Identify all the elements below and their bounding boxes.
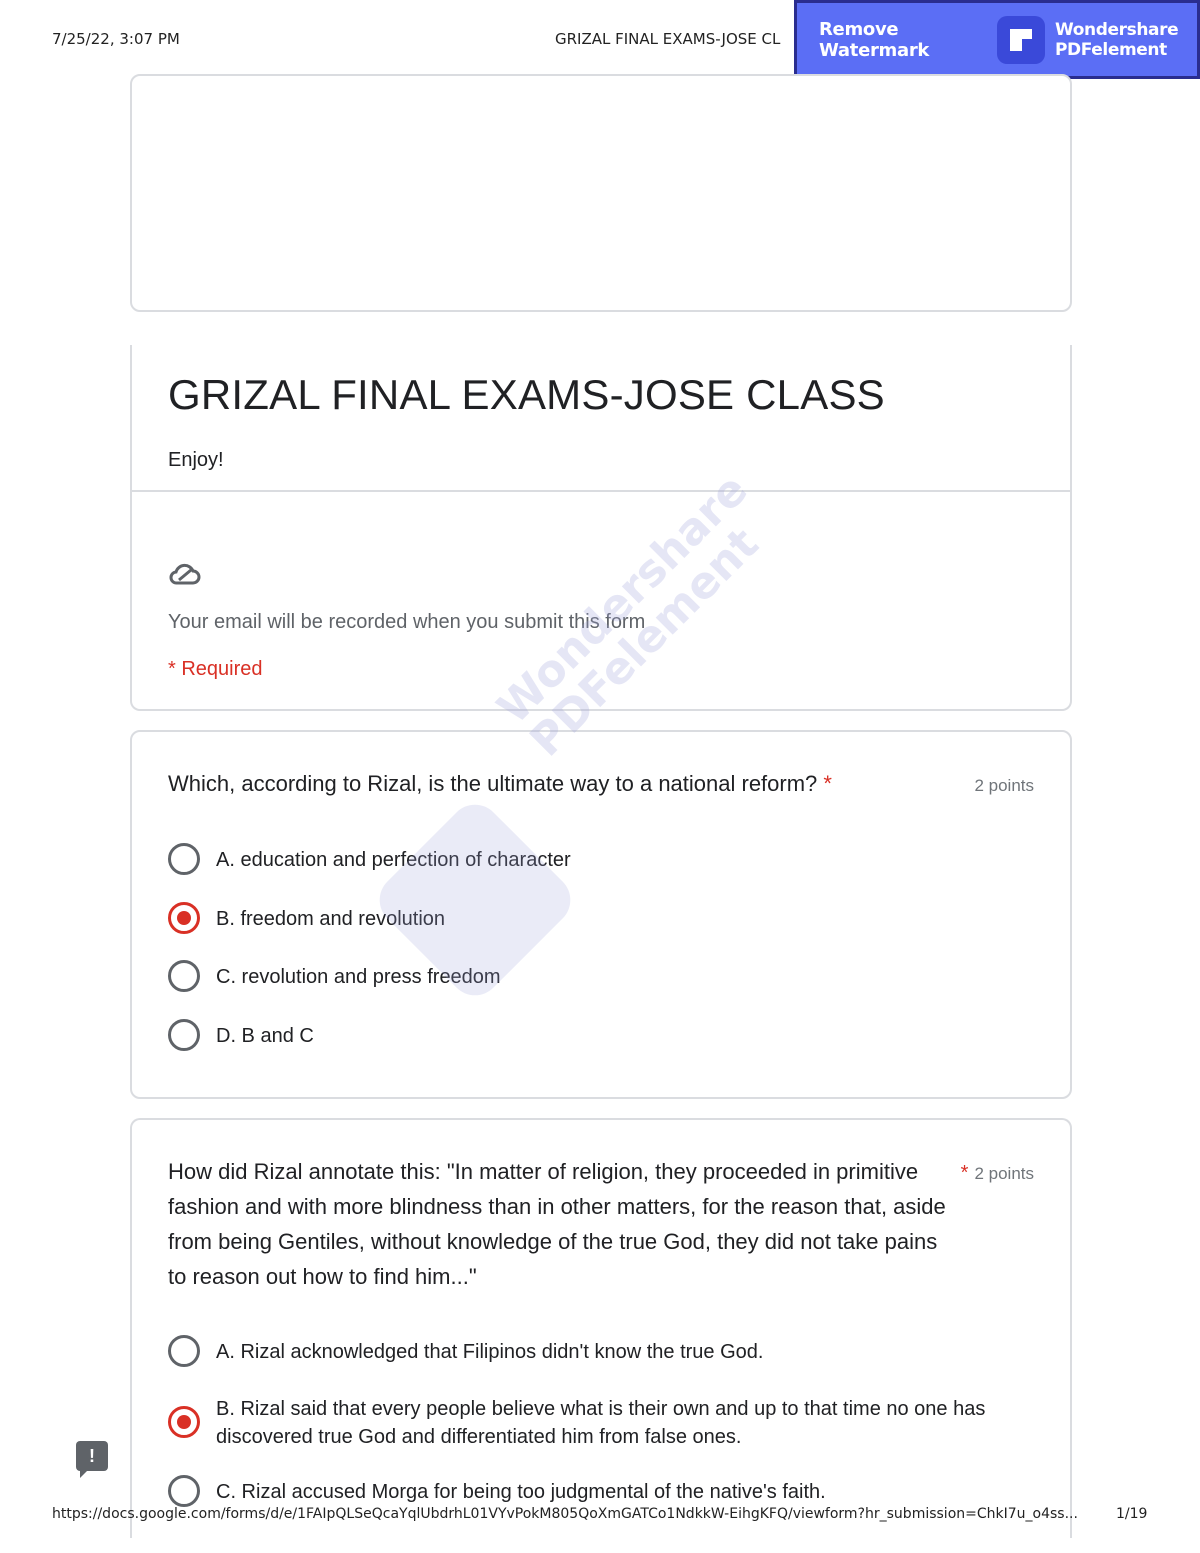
option-label: A. Rizal acknowledged that Filipinos did… — [216, 1341, 764, 1363]
radio-option[interactable]: C. Rizal accused Morga for being too jud… — [168, 1475, 826, 1507]
option-label: A. education and perfection of character — [216, 849, 571, 871]
remove-watermark-button[interactable]: Remove Watermark Wondershare PDFelement — [794, 0, 1200, 79]
radio-button-selected[interactable] — [168, 1406, 200, 1438]
question-card: How did Rizal annotate this: "In matter … — [130, 1118, 1072, 1538]
radio-option[interactable]: C. revolution and press freedom — [168, 960, 501, 992]
radio-button[interactable] — [168, 843, 200, 875]
form-banner — [130, 74, 1072, 312]
feedback-icon[interactable]: ! — [76, 1441, 108, 1478]
form-description: Enjoy! — [168, 449, 224, 471]
radio-button[interactable] — [168, 1335, 200, 1367]
required-star: * — [823, 771, 832, 796]
form-header-card: GRIZAL FINAL EXAMS-JOSE CLASS Enjoy! You… — [130, 345, 1072, 711]
option-label: C. Rizal accused Morga for being too jud… — [216, 1481, 826, 1503]
required-note: * Required — [168, 658, 263, 680]
email-recorded-note: Your email will be recorded when you sub… — [168, 611, 646, 633]
brand-line-1: Wondershare — [1055, 19, 1179, 40]
radio-button[interactable] — [168, 960, 200, 992]
print-datetime: 7/25/22, 3:07 PM — [52, 30, 180, 48]
question-points: * 2 points — [961, 1162, 1034, 1185]
radio-option[interactable]: A. education and perfection of character — [168, 843, 571, 875]
radio-button[interactable] — [168, 1019, 200, 1051]
header-divider — [132, 490, 1070, 492]
question-text-body: Which, according to Rizal, is the ultima… — [168, 771, 818, 796]
required-star: * — [960, 1162, 969, 1184]
radio-option[interactable]: D. B and C — [168, 1019, 314, 1051]
page-number: 1/19 — [1116, 1506, 1148, 1522]
question-text: How did Rizal annotate this: "In matter … — [168, 1159, 946, 1289]
print-title: GRIZAL FINAL EXAMS-JOSE CL — [555, 30, 781, 48]
question-text: Which, according to Rizal, is the ultima… — [168, 766, 928, 801]
radio-option[interactable]: A. Rizal acknowledged that Filipinos did… — [168, 1335, 764, 1367]
radio-option[interactable]: B. Rizal said that every people believe … — [168, 1395, 1008, 1451]
points-value: 2 points — [974, 1164, 1034, 1183]
radio-button-selected[interactable] — [168, 902, 200, 934]
option-label: C. revolution and press freedom — [216, 966, 501, 988]
question-points: 2 points — [974, 776, 1034, 795]
remove-watermark-label: Remove Watermark — [819, 18, 930, 61]
option-label: B. Rizal said that every people believe … — [216, 1398, 986, 1448]
wondershare-brand: Wondershare PDFelement — [1055, 19, 1179, 60]
radio-option[interactable]: B. freedom and revolution — [168, 902, 446, 934]
option-label: B. freedom and revolution — [216, 908, 446, 930]
pdfelement-logo-icon — [997, 15, 1045, 64]
print-url: https://docs.google.com/forms/d/e/1FAIpQ… — [52, 1506, 1078, 1522]
cloud-sync-icon — [168, 561, 202, 592]
form-title: GRIZAL FINAL EXAMS-JOSE CLASS — [168, 371, 885, 418]
radio-button[interactable] — [168, 1475, 200, 1507]
question-card: Which, according to Rizal, is the ultima… — [130, 730, 1072, 1099]
brand-line-2: PDFelement — [1055, 39, 1167, 60]
option-label: D. B and C — [216, 1025, 314, 1047]
